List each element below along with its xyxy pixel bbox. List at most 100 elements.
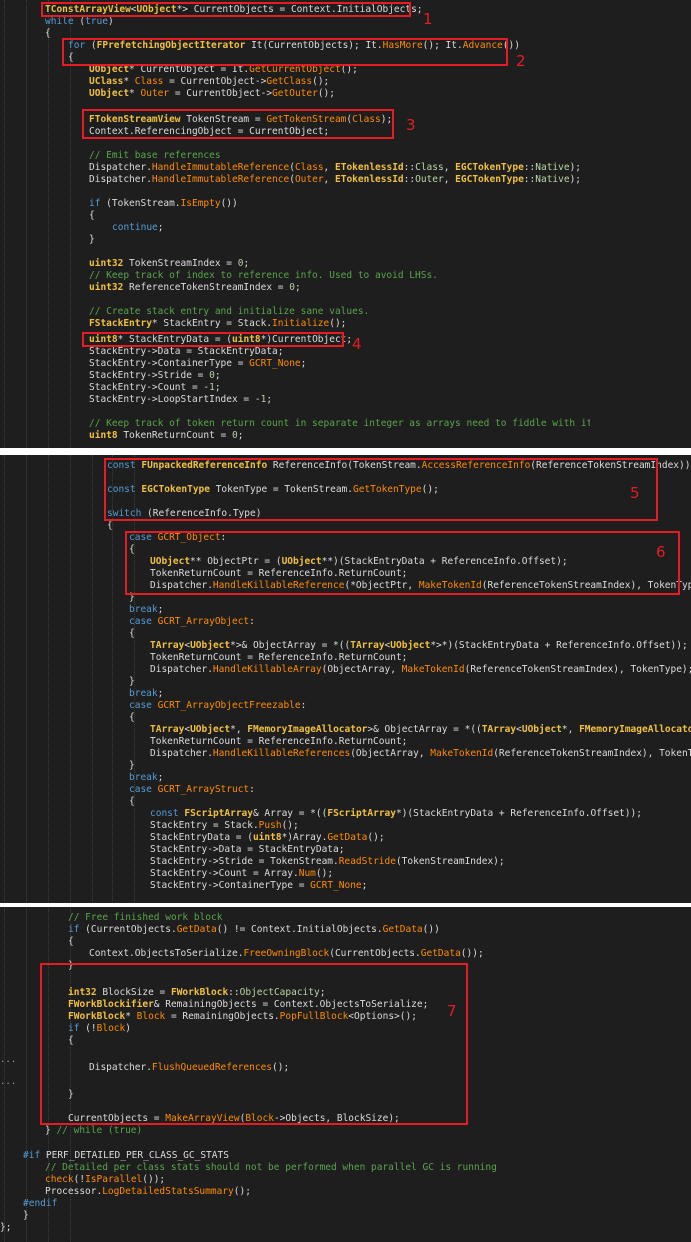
code-line[interactable]: StackEntry->Data = StackEntryData; (150, 844, 344, 856)
code-token: StackEntryData = ( (150, 832, 253, 843)
code-line[interactable]: // Create stack entry and initialize san… (89, 306, 369, 318)
code-line[interactable]: uint8 TokenReturnCount = 0; (89, 430, 243, 442)
code-line[interactable]: TokenReturnCount = ReferenceInfo.ReturnC… (150, 736, 407, 748)
code-line[interactable]: TArray<UObject*>& ObjectArray = *((TArra… (150, 640, 688, 652)
code-token: (); (281, 820, 299, 831)
code-line[interactable]: // Keep track of index to reference info… (89, 270, 438, 282)
code-token: GetOuter (272, 88, 318, 99)
code-line[interactable]: uint32 TokenStreamIndex = 0; (89, 258, 249, 270)
code-token: } (89, 234, 95, 245)
code-token: uint8 (252, 832, 282, 843)
code-line[interactable]: } // while (true) (45, 1125, 142, 1137)
code-line[interactable]: StackEntry->LoopStartIndex = -1; (89, 394, 272, 406)
code-line[interactable]: break; (129, 604, 163, 616)
code-token: ); (569, 162, 582, 173)
code-line[interactable]: StackEntry->Count = Array.Num(); (150, 868, 333, 880)
code-token: Native (535, 162, 570, 173)
code-token: StackEntry->Stride = (89, 370, 210, 381)
code-token: UObject (190, 724, 231, 735)
code-line[interactable]: } (129, 676, 135, 688)
code-line[interactable]: StackEntryData = (uint8*)Array.GetData()… (150, 832, 385, 844)
code-line[interactable]: // Detailed per class stats should not b… (45, 1162, 497, 1174)
code-token: // while (true) (56, 1125, 143, 1136)
code-line[interactable]: Processor.LogDetailedStatsSummary(); (45, 1186, 251, 1198)
code-token: : (249, 784, 255, 795)
code-token: Outer (415, 174, 444, 185)
code-token: { (129, 628, 135, 639)
code-token: TArray (150, 640, 185, 651)
code-line[interactable]: StackEntry = Stack.Push(); (150, 820, 299, 832)
code-token: GCRT_ArrayStruct (157, 784, 250, 795)
code-token: () != Context.InitialObjects. (216, 924, 383, 935)
code-line[interactable]: while (true) (45, 16, 114, 28)
code-line[interactable]: { (129, 712, 135, 724)
code-line[interactable]: FStackEntry* StackEntry = Stack.Initiali… (89, 318, 346, 330)
code-token: Processor. (45, 1186, 103, 1197)
code-token: (! (73, 1174, 86, 1185)
code-line[interactable]: { (89, 210, 95, 222)
code-token: StackEntry->ContainerType = (150, 880, 311, 891)
code-line[interactable]: Dispatcher.HandleImmutableReference(Oute… (89, 174, 581, 186)
code-line[interactable]: Dispatcher.HandleImmutableReference(Clas… (89, 162, 581, 174)
code-line[interactable]: #endif (23, 1198, 57, 1210)
code-line[interactable]: // Keep track of token return count in s… (89, 418, 590, 430)
code-token: Dispatcher. (150, 748, 213, 759)
folded-region-marker[interactable]: ... (0, 1077, 16, 1087)
code-token: break (129, 688, 158, 699)
code-line[interactable]: uint32 ReferenceTokenStreamIndex = 0; (89, 282, 301, 294)
code-line[interactable]: StackEntry->Stride = 0; (89, 370, 221, 382)
code-token: Push (258, 820, 282, 831)
code-line[interactable]: TArray<UObject*, FMemoryImageAllocator>&… (150, 724, 691, 736)
code-line[interactable]: StackEntry->ContainerType = GCRT_None; (89, 358, 306, 370)
code-line[interactable]: UClass* Class = CurrentObject->GetClass(… (89, 76, 329, 88)
code-line[interactable]: { (107, 520, 113, 532)
code-line[interactable]: const FScriptArray& Array = *((FScriptAr… (150, 808, 642, 820)
code-line[interactable]: case GCRT_ArrayObject: (129, 616, 255, 628)
code-token: : (300, 700, 307, 711)
code-line[interactable]: }; (0, 1222, 11, 1234)
code-token: break (129, 604, 158, 615)
code-line[interactable]: { (68, 936, 74, 948)
code-line[interactable]: StackEntry->Count = -1; (89, 382, 221, 394)
code-line[interactable]: } (23, 1210, 29, 1222)
indent-guide (26, 455, 28, 903)
code-token: uint8 (89, 430, 118, 441)
code-line[interactable]: // Emit base references (89, 150, 221, 162)
code-token: StackEntry->Count = - (89, 382, 210, 393)
code-line[interactable]: } (89, 234, 95, 246)
code-line[interactable]: if (CurrentObjects.GetData() != Context.… (68, 924, 440, 936)
code-line[interactable]: if (TokenStream.IsEmpty()) (89, 198, 238, 210)
code-line[interactable]: #if PERF_DETAILED_PER_CLASS_GC_STATS (23, 1150, 229, 1162)
code-line[interactable]: StackEntry->ContainerType = GCRT_None; (150, 880, 367, 892)
code-line[interactable]: Dispatcher.HandleKillableArray(ObjectArr… (150, 664, 691, 676)
code-token: ()) (220, 198, 238, 209)
indent-guide (48, 0, 50, 448)
code-token: FreeOwningBlock (243, 948, 330, 959)
code-line[interactable]: UObject* Outer = CurrentObject->GetOuter… (89, 88, 335, 100)
code-line[interactable]: Dispatcher.HandleKillableReferences(Obje… (150, 748, 691, 760)
code-line[interactable]: { (45, 28, 51, 40)
folded-region-marker[interactable]: ... (0, 1055, 16, 1065)
code-line[interactable]: // Free finished work block (68, 912, 222, 924)
code-line[interactable]: } (129, 760, 135, 772)
code-token: ReadStride (338, 856, 396, 867)
code-line[interactable]: case GCRT_ArrayStruct: (129, 784, 255, 796)
code-token: *, (561, 724, 580, 735)
code-token: FMemoryImageAllocator (579, 724, 691, 735)
indent-guide (48, 455, 50, 903)
code-token: ; (294, 282, 301, 293)
code-line[interactable]: TokenReturnCount = ReferenceInfo.ReturnC… (150, 652, 407, 664)
code-line[interactable]: case GCRT_ArrayObjectFreezable: (129, 700, 306, 712)
code-line[interactable]: Context.ObjectsToSerialize.FreeOwningBlo… (89, 948, 484, 960)
code-token: (); (315, 868, 334, 879)
code-line[interactable]: continue; (112, 222, 164, 234)
code-token: TokenReturnCount = (117, 430, 232, 441)
code-line[interactable]: break; (129, 772, 163, 784)
code-line[interactable]: StackEntry->Stride = TokenStream.ReadStr… (150, 856, 505, 868)
code-line[interactable]: { (129, 796, 135, 808)
code-line[interactable]: { (129, 628, 135, 640)
code-line[interactable]: StackEntry->Data = StackEntryData; (89, 346, 283, 358)
code-line[interactable]: break; (129, 688, 163, 700)
code-line[interactable]: check(!IsParallel()); (45, 1174, 165, 1186)
code-token: MakeTokenId (401, 664, 465, 675)
